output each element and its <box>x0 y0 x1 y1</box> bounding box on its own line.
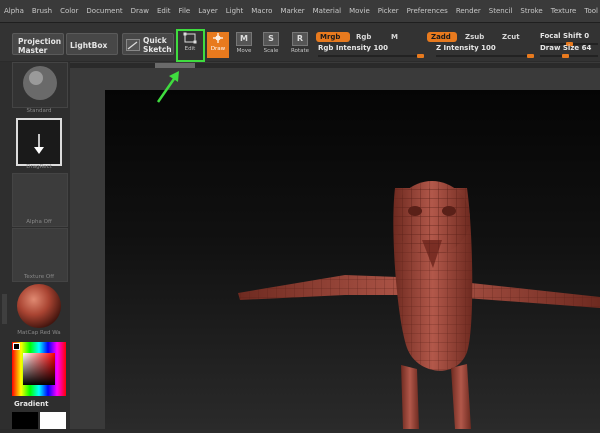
rgb-intensity-track <box>318 55 424 57</box>
scale-button[interactable]: S Scale <box>260 32 282 58</box>
canvas-left-margin <box>70 90 105 429</box>
menu-item[interactable]: Macro <box>247 7 276 15</box>
lightbox-label: LightBox <box>70 41 108 50</box>
left-panel-collapse-handle[interactable] <box>2 294 7 324</box>
draw-size-slider[interactable]: Draw Size 64 <box>540 44 598 58</box>
z-intensity-slider[interactable]: Z Intensity 100 <box>436 44 534 58</box>
drag-rect-arrow-icon <box>34 134 44 154</box>
toolbar: Projection Master LightBox Quick Sketch … <box>0 23 600 61</box>
focal-shift-value: 0 <box>584 32 590 40</box>
document-canvas[interactable] <box>105 90 600 429</box>
color-picker[interactable] <box>12 342 66 396</box>
texture-label: Texture Off <box>23 274 54 280</box>
stroke-thumbnail[interactable] <box>16 118 62 166</box>
z-intensity-value: 100 <box>481 44 496 52</box>
left-shelf: Standard DragRect Alpha Off Texture Off … <box>0 62 70 429</box>
focal-shift-label: Focal Shift <box>540 32 582 40</box>
stroke-label: DragRect <box>26 164 52 170</box>
projection-master-label-1: Projection <box>18 37 62 46</box>
draw-size-track <box>540 55 598 57</box>
menu-item[interactable]: Edit <box>153 7 175 15</box>
rgb-toggle[interactable]: Rgb <box>352 32 375 42</box>
annotation-arrow <box>156 71 179 103</box>
quick-sketch-button[interactable]: Quick Sketch <box>122 33 174 55</box>
rgb-intensity-value: 100 <box>373 44 389 52</box>
color-picker-square[interactable] <box>23 353 55 385</box>
move-label: Move <box>236 48 252 54</box>
menu-item[interactable]: Tool <box>580 7 600 15</box>
projection-master-button[interactable]: Projection Master <box>12 33 64 55</box>
z-intensity-track <box>436 55 534 57</box>
move-button[interactable]: M Move <box>233 32 255 58</box>
menu-item[interactable]: Render <box>452 7 485 15</box>
menu-item[interactable]: Stroke <box>516 7 546 15</box>
rotate-button[interactable]: R Rotate <box>289 32 311 58</box>
zsub-toggle[interactable]: Zsub <box>461 32 488 42</box>
menu-item[interactable]: Light <box>222 7 247 15</box>
brush-label: Standard <box>26 108 52 114</box>
menu-item[interactable]: Layer <box>194 7 222 15</box>
focal-shift-slider[interactable]: Focal Shift 0 <box>540 32 598 46</box>
zadd-toggle[interactable]: Zadd <box>427 32 457 42</box>
menu-item[interactable]: Brush <box>28 7 56 15</box>
menu-item[interactable]: Stencil <box>485 7 517 15</box>
edit-highlight-box <box>176 29 205 62</box>
menu-item[interactable]: Texture <box>547 7 581 15</box>
matcap-sphere-icon <box>17 284 61 328</box>
brush-thumbnail[interactable] <box>12 62 68 108</box>
menu-item[interactable]: Color <box>56 7 82 15</box>
move-icon: M <box>236 32 252 46</box>
menu-item[interactable]: Document <box>82 7 126 15</box>
rgb-intensity-slider[interactable]: Rgb Intensity 100 <box>318 44 424 58</box>
scale-label: Scale <box>263 48 279 54</box>
rotate-icon: R <box>292 32 308 46</box>
mrgb-toggle[interactable]: Mrgb <box>316 32 350 42</box>
projection-master-label-2: Master <box>18 46 48 55</box>
menu-item[interactable]: Alpha <box>0 7 28 15</box>
zcut-toggle[interactable]: Zcut <box>498 32 524 42</box>
menu-item[interactable]: Picker <box>374 7 403 15</box>
menu-item[interactable]: Draw <box>127 7 153 15</box>
bird-model <box>238 181 600 429</box>
main-color-swatch[interactable] <box>12 412 38 429</box>
quick-sketch-label-1: Quick <box>143 36 167 45</box>
menu-item[interactable]: Material <box>309 7 345 15</box>
m-toggle[interactable]: M <box>387 32 402 42</box>
standard-brush-icon <box>23 66 57 100</box>
quick-sketch-label-2: Sketch <box>143 45 172 54</box>
draw-size-knob[interactable] <box>562 54 569 58</box>
menu-bar: Alpha Brush Color Document Draw Edit File Layer… <box>0 0 600 23</box>
z-intensity-label: Z Intensity <box>436 44 479 52</box>
draw-size-value: 64 <box>581 44 592 52</box>
draw-size-label: Draw Size <box>540 44 580 52</box>
scale-icon: S <box>263 32 279 46</box>
secondary-color-swatch[interactable] <box>40 412 66 429</box>
menu-item[interactable]: Movie <box>345 7 374 15</box>
draw-icon <box>213 33 223 43</box>
material-thumbnail[interactable] <box>12 282 66 334</box>
rotate-label: Rotate <box>290 48 309 54</box>
alpha-label: Alpha Off <box>26 219 52 225</box>
lightbox-button[interactable]: LightBox <box>66 33 118 55</box>
menu-item[interactable]: File <box>175 7 195 15</box>
quick-sketch-icon <box>126 39 140 51</box>
draw-button[interactable]: Draw <box>207 32 229 58</box>
gradient-label: Gradient <box>14 400 49 408</box>
menu-item[interactable]: Preferences <box>403 7 452 15</box>
draw-label: Draw <box>210 46 226 52</box>
menu-item[interactable]: Marker <box>276 7 308 15</box>
material-label: MatCap Red Wa <box>17 330 61 336</box>
color-picker-cursor <box>13 343 20 350</box>
z-intensity-knob[interactable] <box>527 54 534 58</box>
rgb-intensity-knob[interactable] <box>417 54 424 58</box>
rgb-intensity-label: Rgb Intensity <box>318 44 371 52</box>
